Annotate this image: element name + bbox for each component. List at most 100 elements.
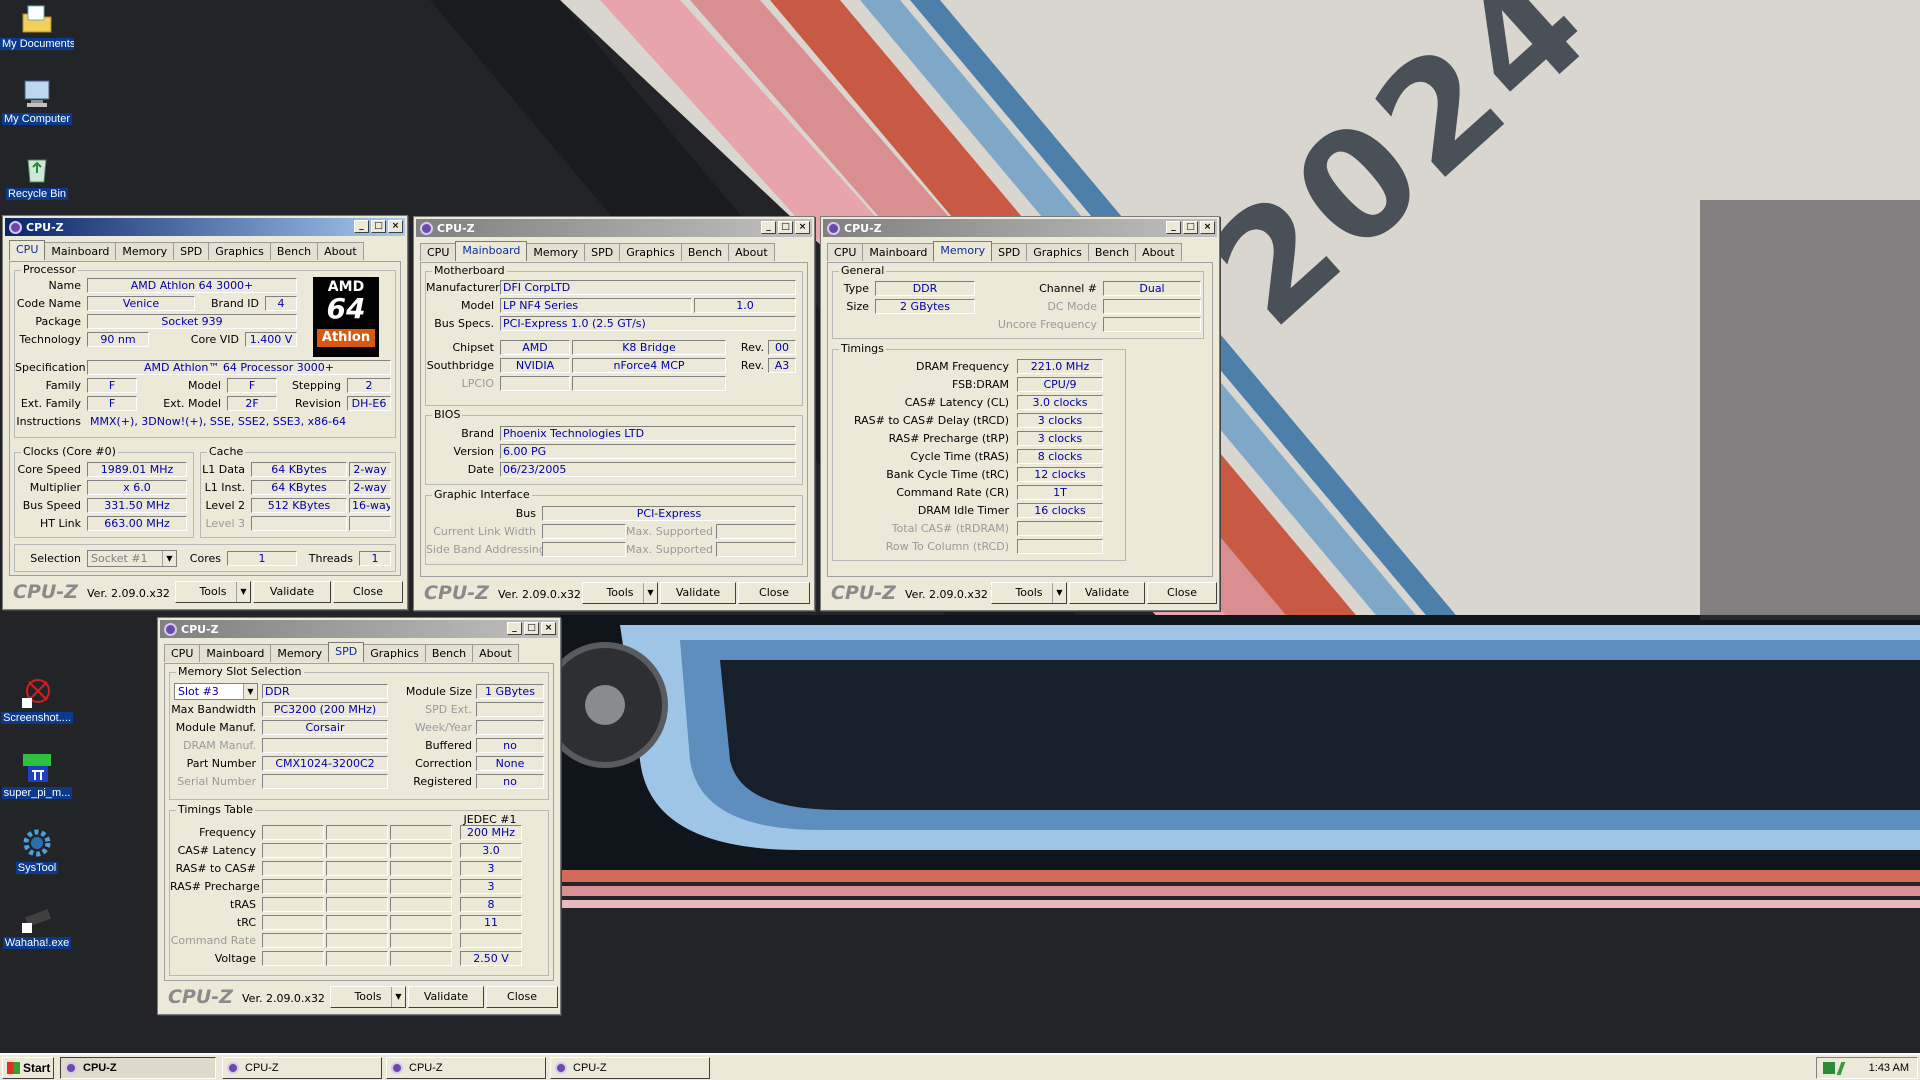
southbridge-model: nForce4 MCP [572,358,726,373]
cpuz-window-cpu[interactable]: CPU-Z _ □ × CPU Mainboard Memory SPD Graph… [2,215,408,610]
tab-cpu[interactable]: CPU [420,243,457,261]
chevron-down-icon[interactable]: ▼ [643,583,657,603]
tab-graphics[interactable]: Graphics [1026,243,1089,261]
socket-select[interactable]: Socket #1 ▼ [87,550,177,567]
tab-mainboard[interactable]: Mainboard [199,644,272,662]
taskbar-button-label: CPU-Z [83,1062,117,1074]
tab-cpu[interactable]: CPU [164,644,201,662]
close-window-button[interactable]: × [388,220,403,233]
tab-bench[interactable]: Bench [680,243,730,261]
desktop-icon-super-pi[interactable]: super_pi_m... [0,751,74,802]
title-bar[interactable]: CPU-Z _ □ × [416,219,812,237]
close-button[interactable]: Close [1147,582,1217,604]
desktop-icon-wahaha[interactable]: Wahaha!.exe [0,901,74,952]
validate-button[interactable]: Validate [660,582,736,604]
tab-bench[interactable]: Bench [424,644,474,662]
cpuz-window-spd[interactable]: CPU-Z _ □ × CPU Mainboard Memory SPD Graph… [157,617,561,1015]
tab-mainboard[interactable]: Mainboard [455,241,528,261]
maximize-button[interactable]: □ [1183,221,1198,234]
minimize-button[interactable]: _ [507,622,522,635]
chevron-down-icon[interactable]: ▼ [236,582,250,602]
close-window-button[interactable]: × [795,221,810,234]
taskbar-button-cpuz[interactable]: CPU-Z [386,1057,546,1079]
tab-cpu[interactable]: CPU [9,240,46,260]
dcmode-label: DC Mode [1047,300,1097,313]
cpuz-window-mainboard[interactable]: CPU-Z _ □ × CPU Mainboard Memory SPD Graph… [413,216,815,611]
tab-bench[interactable]: Bench [269,242,319,260]
spd-timing-label: tRAS [229,898,256,911]
l1inst-ways: 2-way [349,480,391,495]
maximize-button[interactable]: □ [778,221,793,234]
close-button[interactable]: Close [333,581,403,603]
taskbar-button-cpuz[interactable]: CPU-Z [550,1057,710,1079]
tools-button[interactable]: Tools ▼ [175,581,251,603]
clock[interactable]: 1:43 AM [1869,1058,1909,1078]
chevron-down-icon[interactable]: ▼ [162,551,176,566]
tools-button[interactable]: Tools ▼ [330,986,406,1008]
minimize-button[interactable]: _ [1166,221,1181,234]
tab-memory[interactable]: Memory [115,242,175,260]
start-button[interactable]: Start [2,1057,54,1079]
taskbar-button-cpuz[interactable]: CPU-Z [222,1057,382,1079]
chevron-down-icon[interactable]: ▼ [243,684,257,699]
desktop-icon-screenshot[interactable]: Screenshot.... [0,676,74,727]
validate-button[interactable]: Validate [1069,582,1145,604]
maximize-button[interactable]: □ [524,622,539,635]
network-icon[interactable] [1823,1062,1835,1074]
close-button[interactable]: Close [738,582,810,604]
tab-graphics[interactable]: Graphics [208,242,271,260]
chevron-down-icon[interactable]: ▼ [1052,583,1066,603]
taskbar-button-cpuz[interactable]: CPU-Z [60,1057,216,1079]
maximize-button[interactable]: □ [371,220,386,233]
spd-empty-cell [326,825,388,840]
title-bar[interactable]: CPU-Z _ □ × [823,219,1217,237]
desktop-icon-systool[interactable]: SysTool [0,826,74,877]
validate-button[interactable]: Validate [408,986,484,1008]
desktop-icon-my-documents[interactable]: My Documents [0,2,74,53]
cpuz-brand-logo: CPU-Z [168,986,233,1008]
tab-spd[interactable]: SPD [991,243,1028,261]
extfamily-value: F [87,396,137,411]
pen-icon[interactable] [1836,1062,1846,1075]
cpuz-window-memory[interactable]: CPU-Z _ □ × CPU Mainboard Memory SPD Graph… [820,216,1220,611]
tab-spd[interactable]: SPD [173,242,210,260]
slot-select[interactable]: Slot #3 ▼ [174,683,258,700]
model-label: Model [460,299,494,312]
close-button[interactable]: Close [486,986,558,1008]
tab-about[interactable]: About [472,644,519,662]
tab-about[interactable]: About [317,242,364,260]
chevron-down-icon[interactable]: ▼ [391,987,405,1007]
title-bar[interactable]: CPU-Z _ □ × [5,218,405,236]
tab-about[interactable]: About [1135,243,1182,261]
revision-label: Revision [295,397,341,410]
tab-cpu[interactable]: CPU [827,243,864,261]
tab-panel: Processor Name AMD Athlon 64 3000+ Code … [9,261,401,576]
tools-button[interactable]: Tools ▼ [991,582,1067,604]
validate-button[interactable]: Validate [253,581,331,603]
tab-graphics[interactable]: Graphics [619,243,682,261]
tab-about[interactable]: About [728,243,775,261]
family-label: Family [45,379,81,392]
multiplier-value: x 6.0 [87,480,187,495]
tools-button[interactable]: Tools ▼ [582,582,658,604]
tab-memory[interactable]: Memory [270,644,330,662]
minimize-button[interactable]: _ [761,221,776,234]
tab-memory[interactable]: Memory [933,241,993,261]
tab-memory[interactable]: Memory [526,243,586,261]
tab-mainboard[interactable]: Mainboard [44,242,117,260]
desktop-icon-recycle-bin[interactable]: Recycle Bin [0,152,74,203]
title-bar[interactable]: CPU-Z _ □ × [160,620,558,638]
tab-graphics[interactable]: Graphics [363,644,426,662]
desktop-icon-my-computer[interactable]: My Computer [0,77,74,128]
tab-spd[interactable]: SPD [328,642,365,662]
southbridge-rev-value: A3 [768,358,796,373]
close-window-button[interactable]: × [541,622,556,635]
tab-mainboard[interactable]: Mainboard [862,243,935,261]
bios-brand-label: Brand [461,427,494,440]
minimize-button[interactable]: _ [354,220,369,233]
close-window-button[interactable]: × [1200,221,1215,234]
timing-value: 221.0 MHz [1017,359,1103,374]
tab-bench[interactable]: Bench [1087,243,1137,261]
tab-spd[interactable]: SPD [584,243,621,261]
current-link-width-value [542,524,626,539]
